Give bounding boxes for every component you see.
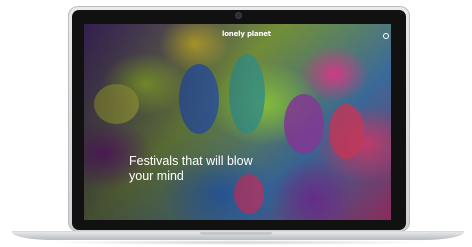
- hero-title: Festivals that will blow your mind: [129, 154, 253, 183]
- opening-notch: [200, 232, 272, 235]
- camera-icon: [236, 13, 241, 18]
- site-logo[interactable]: lonely planet: [222, 30, 271, 38]
- image-overlay: [84, 24, 391, 220]
- floor-shadow: [40, 240, 436, 245]
- site-header: lonely planet: [84, 24, 391, 46]
- search-icon[interactable]: [383, 33, 389, 39]
- laptop-mockup: lonely planet Festivals that will blow y…: [0, 0, 472, 247]
- website-screen: lonely planet Festivals that will blow y…: [84, 24, 391, 220]
